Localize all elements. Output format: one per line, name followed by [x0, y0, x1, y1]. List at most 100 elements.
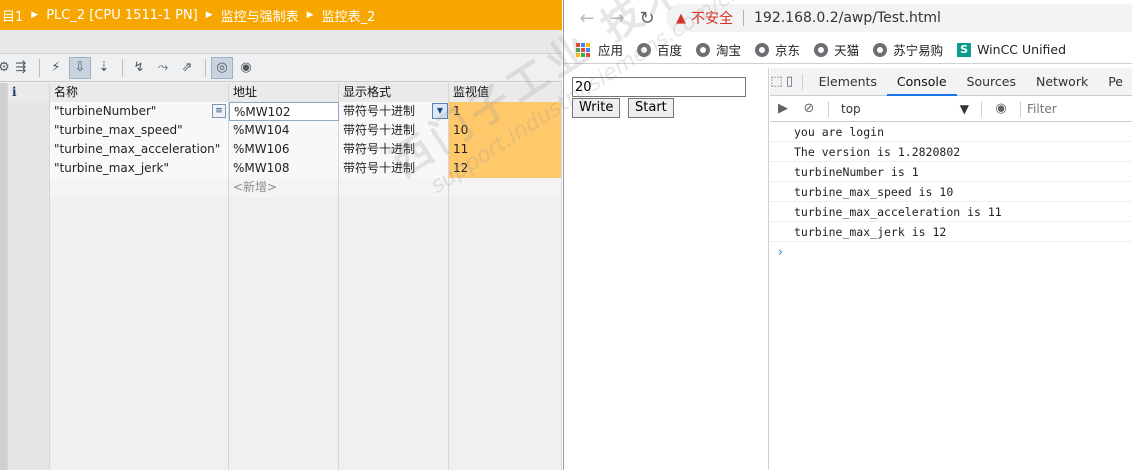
- address-cell[interactable]: %MW104: [229, 121, 339, 140]
- format-cell[interactable]: 带符号十进制: [339, 159, 449, 178]
- empty-cell[interactable]: [8, 330, 50, 349]
- breadcrumb-plc[interactable]: PLC_2 [CPU 1511-1 PN]: [46, 8, 198, 23]
- empty-cell[interactable]: [339, 216, 449, 235]
- empty-cell[interactable]: [229, 387, 339, 406]
- warning-icon[interactable]: ▲: [676, 11, 686, 26]
- empty-cell[interactable]: [50, 292, 229, 311]
- empty-cell[interactable]: [8, 349, 50, 368]
- bookmark-suning[interactable]: 苏宁易购: [873, 40, 943, 59]
- empty-table-row[interactable]: [0, 311, 562, 330]
- empty-cell[interactable]: [229, 425, 339, 444]
- row-selector[interactable]: [0, 178, 8, 197]
- back-arrow-icon[interactable]: ←: [572, 3, 602, 33]
- empty-cell[interactable]: [0, 387, 8, 406]
- filter-input[interactable]: [1027, 101, 1127, 116]
- force-icon[interactable]: ⇗: [176, 57, 198, 79]
- empty-table-row[interactable]: [0, 292, 562, 311]
- tag-name-cell[interactable]: "turbine_max_speed": [50, 121, 229, 140]
- empty-cell[interactable]: [339, 254, 449, 273]
- table-row[interactable]: "turbine_max_jerk" %MW108 带符号十进制 12: [0, 159, 562, 178]
- add-new-row[interactable]: <新增>: [0, 178, 562, 197]
- row-selector[interactable]: [0, 121, 8, 140]
- table-row[interactable]: "turbine_max_acceleration" %MW106 带符号十进制…: [0, 140, 562, 159]
- tag-browse-icon[interactable]: ≡: [212, 104, 226, 118]
- empty-cell[interactable]: [8, 406, 50, 425]
- add-new-address[interactable]: <新增>: [229, 178, 339, 197]
- modify-value-icon[interactable]: ↯: [128, 57, 150, 79]
- empty-cell[interactable]: [50, 311, 229, 330]
- breadcrumb-watch-force[interactable]: 监控与强制表: [221, 6, 299, 25]
- empty-cell[interactable]: [229, 273, 339, 292]
- empty-cell[interactable]: [50, 444, 229, 463]
- tab-network[interactable]: Network: [1026, 68, 1098, 96]
- empty-cell[interactable]: [8, 292, 50, 311]
- column-display-format[interactable]: 显示格式: [339, 83, 449, 102]
- eye-icon[interactable]: ◉: [988, 95, 1014, 123]
- empty-cell[interactable]: [0, 368, 8, 387]
- empty-cell[interactable]: [50, 216, 229, 235]
- bookmark-tmall[interactable]: 天猫: [814, 40, 859, 59]
- empty-cell[interactable]: [449, 197, 562, 216]
- column-address[interactable]: 地址: [229, 83, 339, 102]
- empty-cell[interactable]: [449, 311, 562, 330]
- empty-cell[interactable]: [50, 368, 229, 387]
- clear-console-icon[interactable]: ⊘: [796, 95, 822, 123]
- empty-cell[interactable]: [339, 273, 449, 292]
- empty-cell[interactable]: [229, 254, 339, 273]
- empty-cell[interactable]: [0, 254, 8, 273]
- tag-name-cell[interactable]: "turbine_max_jerk": [50, 159, 229, 178]
- empty-table-row[interactable]: [0, 387, 562, 406]
- empty-cell[interactable]: [50, 406, 229, 425]
- empty-cell[interactable]: [449, 444, 562, 463]
- empty-cell[interactable]: [339, 311, 449, 330]
- empty-cell[interactable]: [339, 425, 449, 444]
- column-monitor-value[interactable]: 监视值: [449, 83, 562, 102]
- empty-cell[interactable]: [449, 463, 562, 470]
- empty-table-row[interactable]: [0, 273, 562, 292]
- empty-cell[interactable]: [449, 425, 562, 444]
- empty-cell[interactable]: [449, 387, 562, 406]
- url-text[interactable]: 192.168.0.2/awp/Test.html: [754, 10, 941, 26]
- empty-cell[interactable]: [0, 444, 8, 463]
- empty-table-row[interactable]: [0, 254, 562, 273]
- empty-cell[interactable]: [229, 406, 339, 425]
- empty-table-row[interactable]: [0, 368, 562, 387]
- empty-cell[interactable]: [339, 235, 449, 254]
- empty-cell[interactable]: [50, 349, 229, 368]
- empty-cell[interactable]: [0, 349, 8, 368]
- tab-sources[interactable]: Sources: [957, 68, 1026, 96]
- bookmark-wincc-unified[interactable]: S WinCC Unified: [957, 42, 1066, 57]
- empty-cell[interactable]: [229, 292, 339, 311]
- row-selector[interactable]: [0, 102, 8, 121]
- monitor-all-icon[interactable]: ◎: [211, 56, 233, 79]
- empty-cell[interactable]: [8, 425, 50, 444]
- empty-table-row[interactable]: [0, 425, 562, 444]
- breadcrumb-project[interactable]: 目1: [2, 6, 23, 25]
- chevron-down-icon[interactable]: ▼: [432, 103, 448, 119]
- empty-cell[interactable]: [8, 235, 50, 254]
- empty-cell[interactable]: [229, 349, 339, 368]
- empty-cell[interactable]: [339, 197, 449, 216]
- empty-cell[interactable]: [449, 235, 562, 254]
- write-button[interactable]: Write: [572, 98, 621, 118]
- inspect-element-icon[interactable]: ⬚: [770, 68, 783, 96]
- modify-once-icon[interactable]: ⤳: [152, 57, 174, 79]
- row-selector[interactable]: [0, 159, 8, 178]
- start-button[interactable]: Start: [628, 98, 674, 118]
- empty-cell[interactable]: [449, 349, 562, 368]
- empty-cell[interactable]: [339, 444, 449, 463]
- empty-cell[interactable]: [0, 292, 8, 311]
- empty-cell[interactable]: [449, 216, 562, 235]
- not-secure-label[interactable]: 不安全: [691, 8, 733, 28]
- row-selector[interactable]: [0, 140, 8, 159]
- bookmark-baidu[interactable]: 百度: [637, 40, 682, 59]
- empty-cell[interactable]: [339, 463, 449, 470]
- empty-cell[interactable]: [229, 368, 339, 387]
- empty-cell[interactable]: [8, 197, 50, 216]
- empty-cell[interactable]: [0, 330, 8, 349]
- empty-cell[interactable]: [50, 463, 229, 470]
- modify-trigger-icon[interactable]: ⇣: [93, 57, 115, 79]
- empty-cell[interactable]: [8, 216, 50, 235]
- empty-cell[interactable]: [339, 406, 449, 425]
- empty-cell[interactable]: [0, 406, 8, 425]
